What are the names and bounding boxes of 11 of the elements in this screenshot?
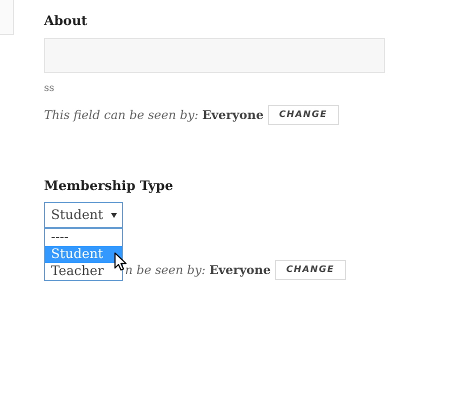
visibility-text: This field can be seen by: Everyone xyxy=(44,108,264,122)
field-description: ss xyxy=(44,82,56,95)
about-field[interactable] xyxy=(44,38,385,73)
dropdown-option[interactable]: ---- xyxy=(45,229,122,246)
visibility-text: n be seen by: Everyone xyxy=(125,263,271,277)
caret-icon xyxy=(111,212,117,218)
change-button[interactable]: CHANGE xyxy=(274,260,346,280)
change-button[interactable]: CHANGE xyxy=(268,105,339,125)
membership-select[interactable]: Student xyxy=(44,202,123,228)
field-label: Membership Type xyxy=(44,178,174,196)
field-label: About xyxy=(44,13,88,31)
